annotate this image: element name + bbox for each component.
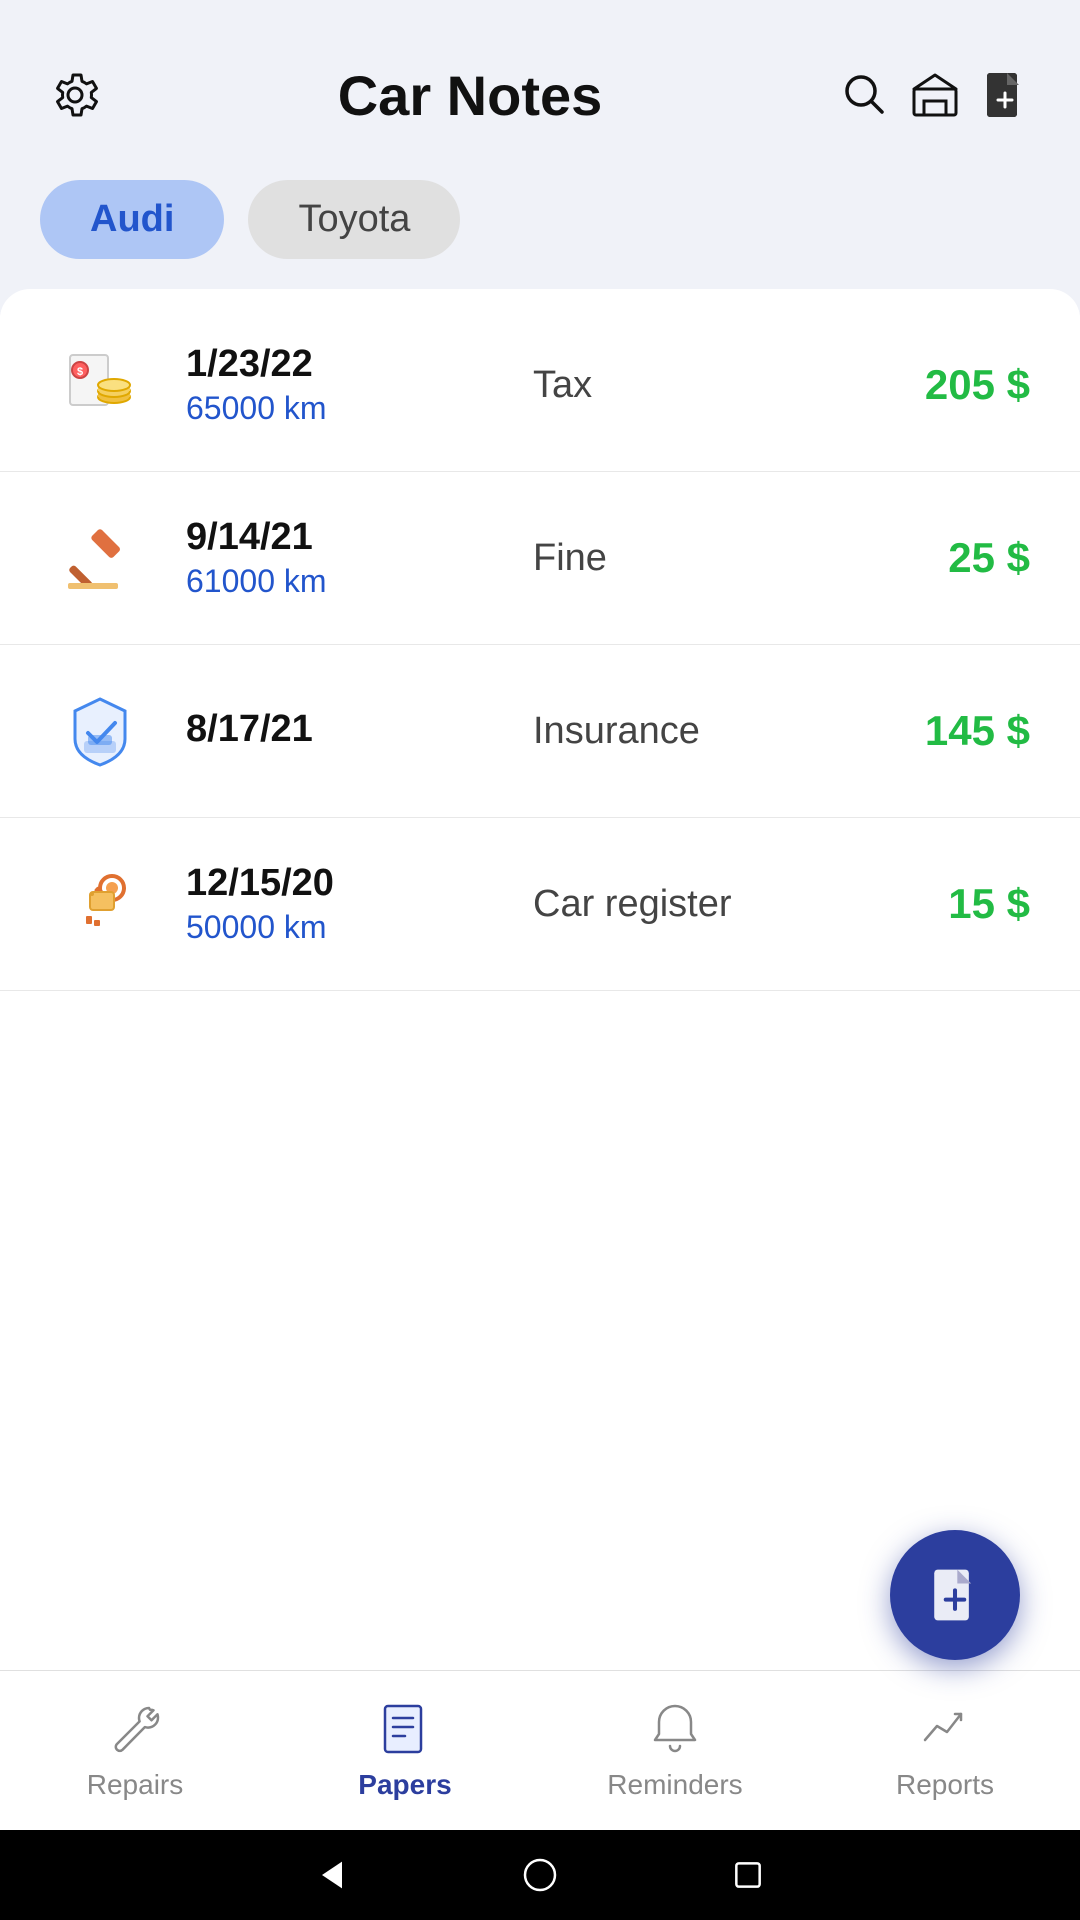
fine-icon [50, 508, 150, 608]
search-button[interactable] [830, 60, 900, 130]
back-button[interactable] [308, 1851, 356, 1899]
item-info: 12/15/20 50000 km [186, 862, 503, 946]
recents-button[interactable] [724, 1851, 772, 1899]
nav-repairs-label: Repairs [87, 1769, 183, 1801]
list-item[interactable]: $ 1/23/22 65000 km Tax 205 $ [0, 299, 1080, 472]
insurance-icon [50, 681, 150, 781]
nav-papers-label: Papers [358, 1769, 451, 1801]
item-amount: 145 $ [850, 707, 1030, 755]
settings-button[interactable] [40, 60, 110, 130]
tax-icon: $ [50, 335, 150, 435]
bottom-nav: Repairs Papers Reminders [0, 1670, 1080, 1830]
item-amount: 15 $ [850, 880, 1030, 928]
papers-icon [377, 1700, 433, 1761]
tab-toyota[interactable]: Toyota [248, 180, 460, 259]
item-date: 12/15/20 [186, 862, 503, 905]
item-type: Insurance [533, 710, 850, 753]
item-date: 8/17/21 [186, 708, 503, 751]
item-km: 61000 km [186, 563, 503, 600]
car-tabs: Audi Toyota [0, 160, 1080, 289]
list-item[interactable]: 9/14/21 61000 km Fine 25 $ [0, 472, 1080, 645]
car-register-icon [50, 854, 150, 954]
item-date: 1/23/22 [186, 343, 503, 386]
item-km: 50000 km [186, 909, 503, 946]
item-amount: 25 $ [850, 534, 1030, 582]
tab-audi[interactable]: Audi [40, 180, 224, 259]
add-paper-fab[interactable] [890, 1530, 1020, 1660]
item-amount: 205 $ [850, 361, 1030, 409]
reports-icon [917, 1700, 973, 1761]
nav-reports[interactable]: Reports [810, 1671, 1080, 1830]
page-title: Car Notes [110, 63, 830, 128]
item-type: Car register [533, 883, 850, 926]
wrench-icon [107, 1700, 163, 1761]
nav-repairs[interactable]: Repairs [0, 1671, 270, 1830]
add-document-header-button[interactable] [970, 60, 1040, 130]
nav-reports-label: Reports [896, 1769, 994, 1801]
item-type: Tax [533, 364, 850, 407]
papers-list: $ 1/23/22 65000 km Tax 205 $ 9/14/21 610… [0, 289, 1080, 1670]
android-nav-bar [0, 1830, 1080, 1920]
nav-papers[interactable]: Papers [270, 1671, 540, 1830]
svg-text:$: $ [77, 366, 83, 378]
bell-icon [647, 1700, 703, 1761]
list-item[interactable]: 12/15/20 50000 km Car register 15 $ [0, 818, 1080, 991]
home-button[interactable] [516, 1851, 564, 1899]
item-info: 9/14/21 61000 km [186, 516, 503, 600]
garage-button[interactable] [900, 60, 970, 130]
item-info: 1/23/22 65000 km [186, 343, 503, 427]
item-date: 9/14/21 [186, 516, 503, 559]
header: Car Notes [0, 0, 1080, 160]
nav-reminders[interactable]: Reminders [540, 1671, 810, 1830]
list-item[interactable]: 8/17/21 Insurance 145 $ [0, 645, 1080, 818]
nav-reminders-label: Reminders [607, 1769, 742, 1801]
item-info: 8/17/21 [186, 708, 503, 755]
item-km: 65000 km [186, 390, 503, 427]
item-type: Fine [533, 537, 850, 580]
